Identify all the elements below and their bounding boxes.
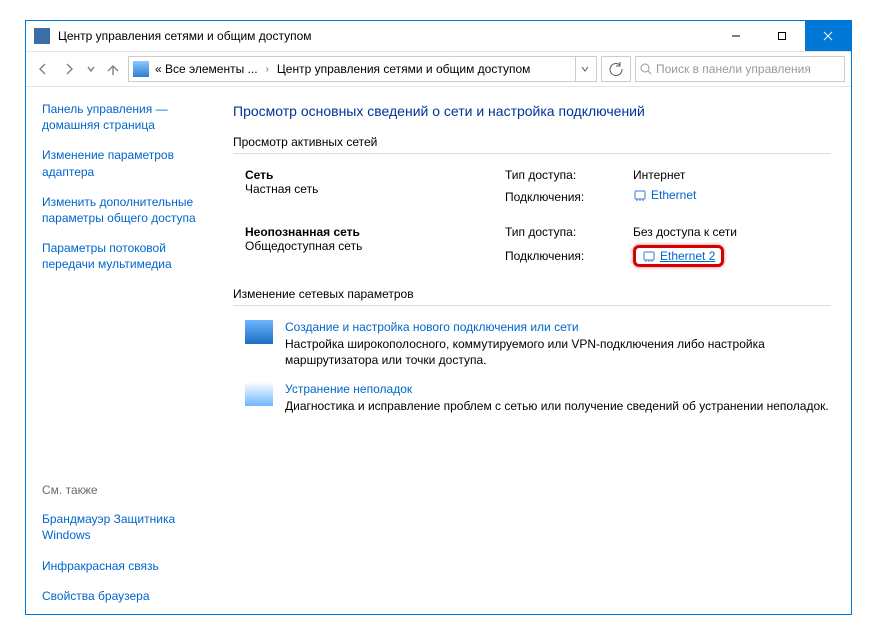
sidebar-link-advanced-sharing[interactable]: Изменить дополнительные параметры общего… xyxy=(42,194,217,226)
text: параметры общего доступа xyxy=(42,211,196,225)
new-connection-icon xyxy=(245,320,273,344)
connection-name: Ethernet xyxy=(651,188,696,202)
arrow-right-icon xyxy=(61,61,77,77)
divider xyxy=(233,153,831,154)
text: передачи мультимедиа xyxy=(42,257,172,271)
task-description: Диагностика и исправление проблем с сеть… xyxy=(285,398,831,414)
arrow-up-icon xyxy=(105,61,121,77)
text: Панель управления — xyxy=(42,102,168,116)
titlebar: Центр управления сетями и общим доступом xyxy=(26,21,851,52)
troubleshoot-icon xyxy=(245,382,273,406)
tasks: Создание и настройка нового подключения … xyxy=(233,320,831,415)
breadcrumb-segment[interactable]: Центр управления сетями и общим доступом xyxy=(275,62,533,76)
refresh-button[interactable] xyxy=(601,56,631,82)
ethernet-icon xyxy=(633,188,647,202)
chevron-down-icon xyxy=(86,64,96,74)
sidebar-link-browser-properties[interactable]: Свойства браузера xyxy=(42,588,217,604)
breadcrumb-segment[interactable]: « Все элементы ... xyxy=(153,62,260,76)
breadcrumb[interactable]: « Все элементы ... › Центр управления се… xyxy=(128,56,597,82)
body: Панель управления — домашняя страница Из… xyxy=(26,87,851,614)
page-heading: Просмотр основных сведений о сети и наст… xyxy=(233,103,831,119)
refresh-icon xyxy=(609,62,623,76)
connections-label: Подключения: xyxy=(505,249,625,263)
text: Изменить дополнительные xyxy=(42,195,193,209)
window-title: Центр управления сетями и общим доступом xyxy=(58,29,713,43)
network-name: Неопознанная сеть xyxy=(245,225,505,239)
access-type-value: Без доступа к сети xyxy=(633,225,831,239)
network-type: Общедоступная сеть xyxy=(245,239,505,253)
text: домашняя страница xyxy=(42,118,155,132)
task-description: Настройка широкополосного, коммутируемог… xyxy=(285,336,831,368)
connection-name: Ethernet 2 xyxy=(660,249,715,263)
control-panel-icon xyxy=(133,61,149,77)
network-entry: Неопознанная сеть Общедоступная сеть Тип… xyxy=(245,225,831,267)
minimize-button[interactable] xyxy=(713,21,759,51)
close-icon xyxy=(823,31,833,41)
divider xyxy=(233,305,831,306)
network-name: Сеть xyxy=(245,168,505,182)
task-troubleshoot: Устранение неполадок Диагностика и испра… xyxy=(245,382,831,414)
sidebar-link-infrared[interactable]: Инфракрасная связь xyxy=(42,558,217,574)
chevron-right-icon: › xyxy=(262,64,273,75)
task-link-new-connection[interactable]: Создание и настройка нового подключения … xyxy=(285,320,831,334)
connection-link-ethernet2[interactable]: Ethernet 2 xyxy=(633,245,724,267)
nav-forward-button[interactable] xyxy=(58,58,80,80)
nav-up-button[interactable] xyxy=(102,58,124,80)
network-type: Частная сеть xyxy=(245,182,505,196)
breadcrumb-dropdown[interactable] xyxy=(575,57,594,81)
text: Брандмауэр Защитника xyxy=(42,512,175,526)
connections-label: Подключения: xyxy=(505,190,625,204)
maximize-icon xyxy=(777,31,787,41)
sidebar-link-media-streaming[interactable]: Параметры потоковой передачи мультимедиа xyxy=(42,240,217,272)
chevron-down-icon xyxy=(580,64,590,74)
sidebar-link-home[interactable]: Панель управления — домашняя страница xyxy=(42,101,217,133)
text: Параметры потоковой xyxy=(42,241,166,255)
task-link-troubleshoot[interactable]: Устранение неполадок xyxy=(285,382,831,396)
main-panel: Просмотр основных сведений о сети и наст… xyxy=(227,87,851,614)
text: адаптера xyxy=(42,165,94,179)
close-button[interactable] xyxy=(805,21,851,51)
sidebar-link-adapter-settings[interactable]: Изменение параметров адаптера xyxy=(42,147,217,179)
nav-back-button[interactable] xyxy=(32,58,54,80)
connection-link-ethernet[interactable]: Ethernet xyxy=(633,188,696,202)
search-icon xyxy=(640,63,652,75)
window-controls xyxy=(713,21,851,51)
active-networks-heading: Просмотр активных сетей xyxy=(233,135,831,149)
search-input[interactable]: Поиск в панели управления xyxy=(635,56,845,82)
arrow-left-icon xyxy=(35,61,51,77)
network-settings-heading: Изменение сетевых параметров xyxy=(233,287,831,301)
search-placeholder: Поиск в панели управления xyxy=(656,62,811,76)
ethernet-icon xyxy=(642,249,656,263)
access-type-label: Тип доступа: xyxy=(505,225,625,239)
task-new-connection: Создание и настройка нового подключения … xyxy=(245,320,831,368)
text: Windows xyxy=(42,528,91,542)
network-entry: Сеть Частная сеть Тип доступа: Интернет … xyxy=(245,168,831,205)
sidebar: Панель управления — домашняя страница Из… xyxy=(26,87,227,614)
access-type-label: Тип доступа: xyxy=(505,168,625,182)
maximize-button[interactable] xyxy=(759,21,805,51)
minimize-icon xyxy=(731,31,741,41)
nav-history-button[interactable] xyxy=(84,58,98,80)
text: Изменение параметров xyxy=(42,148,174,162)
app-icon xyxy=(34,28,50,44)
nav-row: « Все элементы ... › Центр управления се… xyxy=(26,52,851,87)
window: Центр управления сетями и общим доступом xyxy=(25,20,852,615)
access-type-value: Интернет xyxy=(633,168,831,182)
sidebar-link-firewall[interactable]: Брандмауэр Защитника Windows xyxy=(42,511,217,543)
sidebar-see-also-heading: См. также xyxy=(42,483,217,497)
